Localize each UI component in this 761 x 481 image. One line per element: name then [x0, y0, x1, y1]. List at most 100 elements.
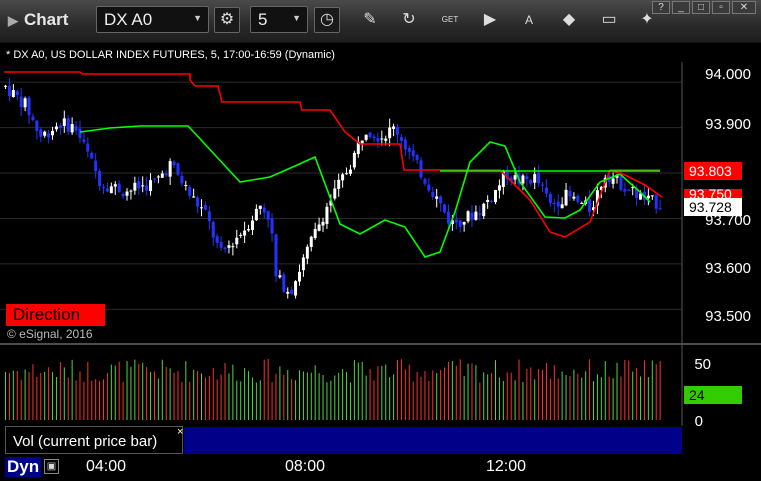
candle-body — [274, 234, 278, 277]
candle-body — [576, 195, 580, 202]
candle-body — [258, 205, 262, 209]
candle-body — [168, 161, 172, 177]
grid-lines — [0, 81, 682, 310]
candle-body — [556, 201, 560, 207]
pencil-icon[interactable]: ✎ — [357, 7, 383, 33]
symbol-value: DX A0 — [104, 10, 153, 29]
toolbar: ▶ Chart DX A0 ▼ ⚙ 5 ▼ ◷ ✎ ↻ GET ▶ A ◆ ▭ ✦… — [0, 0, 761, 43]
candle-body — [403, 139, 407, 150]
candle-body — [188, 186, 192, 196]
candle-body — [160, 173, 164, 178]
maximize-button[interactable]: □ — [692, 1, 710, 14]
candle-body — [90, 152, 94, 159]
close-button[interactable]: ✕ — [732, 1, 756, 14]
volume-bars — [5, 358, 661, 420]
copyright-text: © eSignal, 2016 — [7, 327, 93, 341]
candle-body — [321, 221, 325, 226]
candle-body — [305, 246, 309, 259]
alert-icon[interactable]: A — [516, 7, 542, 33]
candle-body — [207, 211, 211, 222]
lock-icon[interactable]: ▣ — [44, 459, 59, 474]
candle-body — [176, 163, 180, 175]
candle-body — [298, 271, 301, 282]
candle-body — [325, 206, 329, 224]
candle-body — [564, 189, 568, 206]
candle-body — [203, 205, 207, 210]
candle-body — [102, 186, 105, 188]
candle-body — [156, 176, 160, 178]
study-tab-label: Vol (current price bar) — [13, 433, 158, 450]
alert-label: A — [524, 13, 533, 27]
study-tab-strip — [184, 427, 682, 454]
candle-body — [446, 211, 450, 224]
interval-value: 5 — [258, 10, 268, 29]
candle-body — [301, 257, 305, 271]
candle-body — [376, 137, 380, 142]
get-icon[interactable]: GET — [437, 7, 463, 33]
direction-value-tag: 93.803 — [684, 162, 742, 180]
candle-body — [152, 178, 156, 180]
candle-body — [172, 161, 176, 166]
chevron-down-icon: ▼ — [292, 13, 301, 23]
candle-body — [278, 275, 282, 278]
time-axis[interactable]: Dyn ▣ 04:00 08:00 12:00 — [0, 455, 761, 481]
candle-body — [337, 179, 341, 189]
minimize-button[interactable]: _ — [672, 1, 690, 14]
candle-body — [105, 188, 109, 192]
candle-body — [86, 143, 90, 152]
play-icon[interactable]: ▶ — [477, 7, 503, 33]
candle-body — [133, 182, 137, 191]
candle-body — [494, 189, 497, 203]
candle-body — [62, 118, 66, 127]
candle-body — [250, 220, 254, 230]
candle-body — [345, 173, 349, 175]
candle-body — [235, 237, 239, 245]
candle-body — [654, 194, 658, 209]
chart-canvas[interactable] — [0, 42, 761, 455]
candle-body — [211, 221, 215, 238]
candle-body — [521, 175, 525, 184]
candle-body — [15, 91, 19, 96]
candle-body — [435, 196, 439, 199]
candle-body — [35, 120, 39, 132]
candle-body — [466, 211, 470, 222]
last-price-tag: 93.728 — [684, 198, 742, 216]
candle-body — [200, 207, 203, 209]
candle-body — [51, 130, 55, 136]
candle-body — [31, 116, 35, 121]
tools-icon[interactable]: ◆ — [556, 7, 582, 33]
candle-body — [392, 126, 396, 129]
candle-body — [580, 202, 584, 204]
help-button[interactable]: ? — [652, 1, 670, 14]
close-icon[interactable]: × — [177, 426, 183, 438]
candle-body — [7, 85, 11, 97]
interval-select[interactable]: 5 ▼ — [250, 6, 308, 33]
candle-body — [121, 193, 125, 197]
symbol-select[interactable]: DX A0 ▼ — [96, 6, 209, 33]
refresh-icon[interactable]: ↻ — [396, 7, 422, 33]
clock-icon[interactable]: ◷ — [314, 7, 340, 33]
time-tick: 04:00 — [86, 458, 127, 475]
candle-body — [149, 180, 153, 192]
candle-body — [313, 228, 317, 238]
comment-icon[interactable]: ▭ — [596, 7, 622, 33]
candle-body — [588, 199, 592, 212]
candle-body — [348, 169, 352, 174]
candle-body — [290, 289, 294, 294]
dynamic-button[interactable]: Dyn — [5, 457, 42, 477]
price-candles — [4, 77, 662, 299]
candle-body — [247, 229, 251, 231]
candle-body — [552, 202, 556, 204]
candle-body — [74, 126, 78, 131]
price-tick: 93.600 — [705, 260, 751, 277]
candle-body — [431, 192, 435, 197]
interval-settings-icon[interactable]: ⚙ — [214, 7, 240, 33]
window-title: ▶ Chart — [8, 10, 68, 30]
window-menu-icon[interactable]: ▶ — [8, 13, 18, 28]
restore-button[interactable]: ▫ — [712, 1, 730, 14]
candle-body — [125, 191, 129, 196]
candle-body — [294, 281, 298, 296]
study-tab[interactable]: Vol (current price bar) × — [5, 426, 183, 454]
candle-body — [537, 172, 541, 184]
study-label-direction[interactable]: Direction — [6, 304, 105, 326]
